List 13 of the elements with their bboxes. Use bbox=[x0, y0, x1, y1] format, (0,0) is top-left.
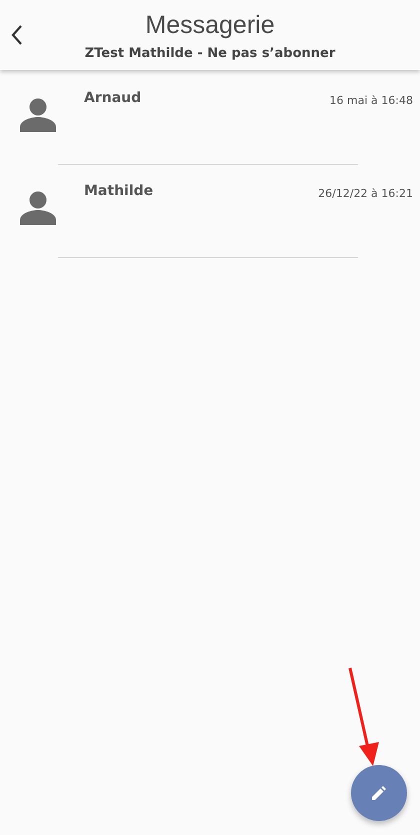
screen-subtitle: ZTest Mathilde - Ne pas s’abonner bbox=[84, 46, 336, 61]
contact-name: Arnaud bbox=[84, 90, 142, 106]
back-icon bbox=[10, 24, 24, 46]
screen-title: Messagerie bbox=[145, 10, 275, 40]
message-time: 26/12/22 à 16:21 bbox=[318, 187, 413, 200]
compose-button[interactable] bbox=[351, 765, 407, 821]
conversation-item[interactable]: Arnaud 16 mai à 16:48 bbox=[0, 72, 420, 164]
avatar-icon bbox=[20, 98, 56, 132]
contact-name: Mathilde bbox=[84, 183, 154, 199]
conversation-item[interactable]: Mathilde 26/12/22 à 16:21 bbox=[0, 165, 420, 257]
message-time: 16 mai à 16:48 bbox=[330, 94, 413, 107]
pencil-icon bbox=[371, 785, 387, 801]
avatar-icon bbox=[20, 191, 56, 225]
